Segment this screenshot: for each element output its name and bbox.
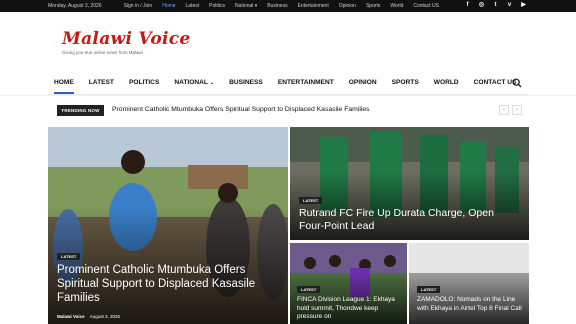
vimeo-icon[interactable]: v bbox=[506, 2, 513, 9]
category-label[interactable]: LATEST bbox=[299, 197, 323, 204]
nav-item-latest[interactable]: LATEST bbox=[89, 73, 114, 95]
top-bar: Monday, August 3, 2026 Sign in / Join Ho… bbox=[0, 0, 576, 12]
nav-item-world[interactable]: WORLD bbox=[434, 73, 459, 95]
nav-item-national-label: NATIONAL bbox=[174, 79, 208, 86]
youtube-icon[interactable]: ▶ bbox=[520, 2, 527, 9]
category-label[interactable]: LATEST bbox=[417, 286, 441, 293]
main-nav: HOME LATEST POLITICS NATIONAL ⌄ BUSINESS … bbox=[48, 73, 528, 95]
top-link-contact[interactable]: Contact US bbox=[413, 3, 439, 9]
featured-bottom-right-card[interactable]: LATEST ZAMADOLO: Nomads on the Line with… bbox=[409, 243, 529, 324]
nav-item-home[interactable]: HOME bbox=[54, 73, 74, 95]
featured-right-top-card[interactable]: LATEST Rutrand FC Fire Up Durata Charge,… bbox=[290, 127, 529, 240]
nav-item-business[interactable]: BUSINESS bbox=[229, 73, 263, 95]
top-link-world[interactable]: World bbox=[390, 3, 403, 9]
top-link-national-label: National bbox=[235, 3, 254, 9]
post-date: August 3, 2026 bbox=[89, 314, 120, 319]
search-icon[interactable] bbox=[512, 78, 522, 88]
top-link-entertainment[interactable]: Entertainment bbox=[298, 3, 329, 9]
chevron-down-icon: ⌄ bbox=[209, 80, 215, 86]
featured-main-card[interactable]: LATEST Prominent Catholic Mtumbuka Offer… bbox=[48, 127, 288, 324]
nav-item-entertainment[interactable]: ENTERTAINMENT bbox=[278, 73, 334, 95]
chevron-right-icon[interactable]: › bbox=[512, 105, 522, 115]
featured-bottom-left-card[interactable]: LATEST FINCA Division League 1: Ekhaya h… bbox=[290, 243, 407, 324]
top-link-opinion[interactable]: Opinion bbox=[339, 3, 356, 9]
logo-name: Malawi Voice bbox=[62, 29, 191, 49]
featured-bottom-right-title[interactable]: ZAMADOLO: Nomads on the Line with Ekhaya… bbox=[417, 296, 525, 313]
top-link-national[interactable]: National ▾ bbox=[235, 3, 257, 9]
nav-item-sports[interactable]: SPORTS bbox=[392, 73, 419, 95]
trending-headline[interactable]: Prominent Catholic Mtumbuka Offers Spiri… bbox=[112, 106, 370, 113]
twitter-icon[interactable]: t bbox=[492, 2, 499, 9]
trending-badge: TRENDING NOW bbox=[57, 105, 104, 116]
chevron-down-icon: ▾ bbox=[254, 3, 258, 9]
featured-main-meta: Malawi Voice August 3, 2026 bbox=[57, 314, 120, 319]
featured-main-title[interactable]: Prominent Catholic Mtumbuka Offers Spiri… bbox=[57, 263, 279, 305]
instagram-icon[interactable]: ◎ bbox=[478, 2, 485, 9]
featured-bottom-left-title[interactable]: FINCA Division League 1: Ekhaya hold sum… bbox=[297, 296, 405, 322]
nav-item-national[interactable]: NATIONAL ⌄ bbox=[174, 73, 214, 95]
signin-link[interactable]: Sign in / Join bbox=[124, 3, 153, 9]
trending-bar: TRENDING NOW Prominent Catholic Mtumbuka… bbox=[57, 105, 522, 117]
top-link-home[interactable]: Home bbox=[162, 3, 175, 9]
author-name[interactable]: Malawi Voice bbox=[57, 314, 85, 319]
nav-item-contact[interactable]: CONTACT US bbox=[474, 73, 517, 95]
site-logo[interactable]: Malawi Voice Giving you true online news… bbox=[62, 29, 191, 55]
chevron-left-icon[interactable]: ‹ bbox=[499, 105, 509, 115]
current-date: Monday, August 3, 2026 bbox=[48, 3, 102, 9]
nav-divider bbox=[0, 95, 576, 96]
logo-tagline: Giving you true online news from Malawi bbox=[62, 50, 143, 55]
top-link-sports[interactable]: Sports bbox=[366, 3, 380, 9]
top-link-business[interactable]: Business bbox=[267, 3, 287, 9]
nav-item-opinion[interactable]: OPINION bbox=[349, 73, 377, 95]
nav-item-politics[interactable]: POLITICS bbox=[129, 73, 159, 95]
featured-right-top-title[interactable]: Rutrand FC Fire Up Durata Charge, Open F… bbox=[299, 207, 509, 233]
social-links: f ◎ t v ▶ bbox=[464, 2, 527, 9]
top-link-latest[interactable]: Latest bbox=[186, 3, 200, 9]
top-link-politics[interactable]: Politics bbox=[209, 3, 225, 9]
category-label[interactable]: LATEST bbox=[57, 253, 81, 260]
top-bar-links: Monday, August 3, 2026 Sign in / Join Ho… bbox=[48, 3, 439, 9]
trending-arrows: ‹ › bbox=[499, 105, 522, 115]
category-label[interactable]: LATEST bbox=[297, 286, 321, 293]
facebook-icon[interactable]: f bbox=[464, 2, 471, 9]
